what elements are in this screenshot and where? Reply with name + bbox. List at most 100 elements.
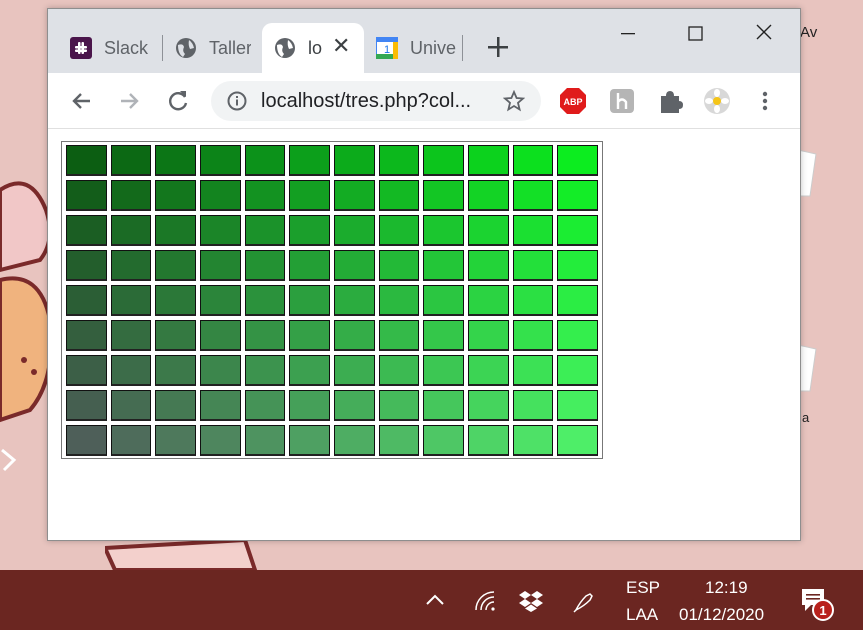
forward-arrow-icon[interactable] <box>115 87 143 115</box>
desktop-label-av[interactable]: Av <box>800 24 817 41</box>
bookmark-star-icon[interactable] <box>503 90 525 112</box>
color-cell <box>512 425 554 456</box>
color-cell <box>155 390 197 421</box>
tab-calendar[interactable]: 1 Unive <box>364 23 464 73</box>
grid-row <box>64 319 600 354</box>
color-cell <box>423 285 465 316</box>
color-cell <box>423 390 465 421</box>
color-cell <box>334 390 375 421</box>
clock-date[interactable]: 01/12/2020 <box>679 605 764 625</box>
color-cell <box>557 145 599 176</box>
color-cell <box>512 320 554 351</box>
color-cell <box>66 390 107 421</box>
color-cell <box>244 355 286 386</box>
desktop-label-a[interactable]: a <box>802 410 809 425</box>
wallpaper-illustration-bottom <box>105 538 258 572</box>
color-cell <box>66 320 107 351</box>
color-cell <box>334 320 375 351</box>
profile-avatar-icon[interactable] <box>703 87 731 115</box>
maximize-icon[interactable] <box>675 19 715 47</box>
color-cell <box>557 250 599 281</box>
color-cell <box>200 145 241 176</box>
color-cell <box>378 320 420 351</box>
color-cell <box>110 180 152 211</box>
new-tab-plus-icon[interactable] <box>484 33 512 61</box>
color-cell <box>423 215 465 246</box>
info-icon[interactable] <box>227 91 247 111</box>
color-cell <box>334 355 375 386</box>
color-cell <box>289 285 331 316</box>
tab-localhost-active[interactable]: lo ✕ <box>262 23 364 73</box>
color-cell <box>200 390 241 421</box>
color-cell <box>155 145 197 176</box>
color-cell <box>468 215 509 246</box>
adblock-plus-icon[interactable]: ABP <box>559 87 587 115</box>
calendar-icon: 1 <box>376 37 398 59</box>
color-cell <box>110 145 152 176</box>
color-cell <box>468 320 509 351</box>
color-cell <box>557 355 599 386</box>
back-arrow-icon[interactable] <box>68 87 96 115</box>
color-cell <box>155 320 197 351</box>
color-cell <box>155 355 197 386</box>
color-cell <box>423 355 465 386</box>
color-cell <box>378 355 420 386</box>
dropbox-icon[interactable] <box>518 590 544 612</box>
color-cell <box>557 180 599 211</box>
color-cell <box>378 180 420 211</box>
color-cell <box>244 320 286 351</box>
color-cell <box>289 250 331 281</box>
grid-row <box>64 214 600 249</box>
color-cell <box>557 320 599 351</box>
adblock-plus-text: ABP <box>563 97 582 107</box>
tab-strip: Slack Taller lo ✕ 1 Unive <box>48 9 800 73</box>
color-cell <box>289 180 331 211</box>
grid-row <box>64 179 600 214</box>
color-cell <box>244 180 286 211</box>
color-cell <box>334 425 375 456</box>
color-cell <box>512 250 554 281</box>
color-cell <box>110 320 152 351</box>
wifi-icon[interactable] <box>474 590 496 612</box>
keyboard-layout[interactable]: LAA <box>626 605 658 625</box>
tab-slack[interactable]: Slack <box>58 23 162 73</box>
tab-taller[interactable]: Taller <box>163 23 251 73</box>
color-cell <box>66 285 107 316</box>
language-code[interactable]: ESP <box>626 578 660 598</box>
tab-separator <box>462 35 463 61</box>
honey-extension-icon[interactable] <box>608 87 636 115</box>
more-menu-icon[interactable] <box>751 87 779 115</box>
reload-icon[interactable] <box>164 87 192 115</box>
color-cell <box>244 145 286 176</box>
color-cell <box>334 215 375 246</box>
color-cell <box>557 285 599 316</box>
color-cell <box>66 180 107 211</box>
color-cell <box>110 425 152 456</box>
color-cell <box>468 425 509 456</box>
color-cell <box>512 215 554 246</box>
color-cell <box>155 285 197 316</box>
color-cell <box>512 180 554 211</box>
clock-time[interactable]: 12:19 <box>705 578 748 598</box>
color-cell <box>244 390 286 421</box>
color-cell <box>110 285 152 316</box>
close-tab-icon[interactable]: ✕ <box>332 35 350 57</box>
color-cell <box>155 250 197 281</box>
color-cell <box>468 145 509 176</box>
close-window-icon[interactable] <box>744 19 784 47</box>
color-cell <box>289 390 331 421</box>
minimize-icon[interactable] <box>608 19 648 47</box>
color-cell <box>289 355 331 386</box>
url-text[interactable]: localhost/tres.php?col... <box>261 90 471 113</box>
address-bar[interactable]: localhost/tres.php?col... <box>211 81 541 121</box>
color-cell <box>200 180 241 211</box>
color-cell <box>468 355 509 386</box>
color-cell <box>512 390 554 421</box>
chevron-up-icon[interactable] <box>424 592 446 608</box>
color-cell <box>289 425 331 456</box>
pen-icon[interactable] <box>572 590 596 614</box>
color-cell <box>557 425 599 456</box>
color-cell <box>110 215 152 246</box>
extensions-puzzle-icon[interactable] <box>656 87 684 115</box>
color-cell <box>155 425 197 456</box>
